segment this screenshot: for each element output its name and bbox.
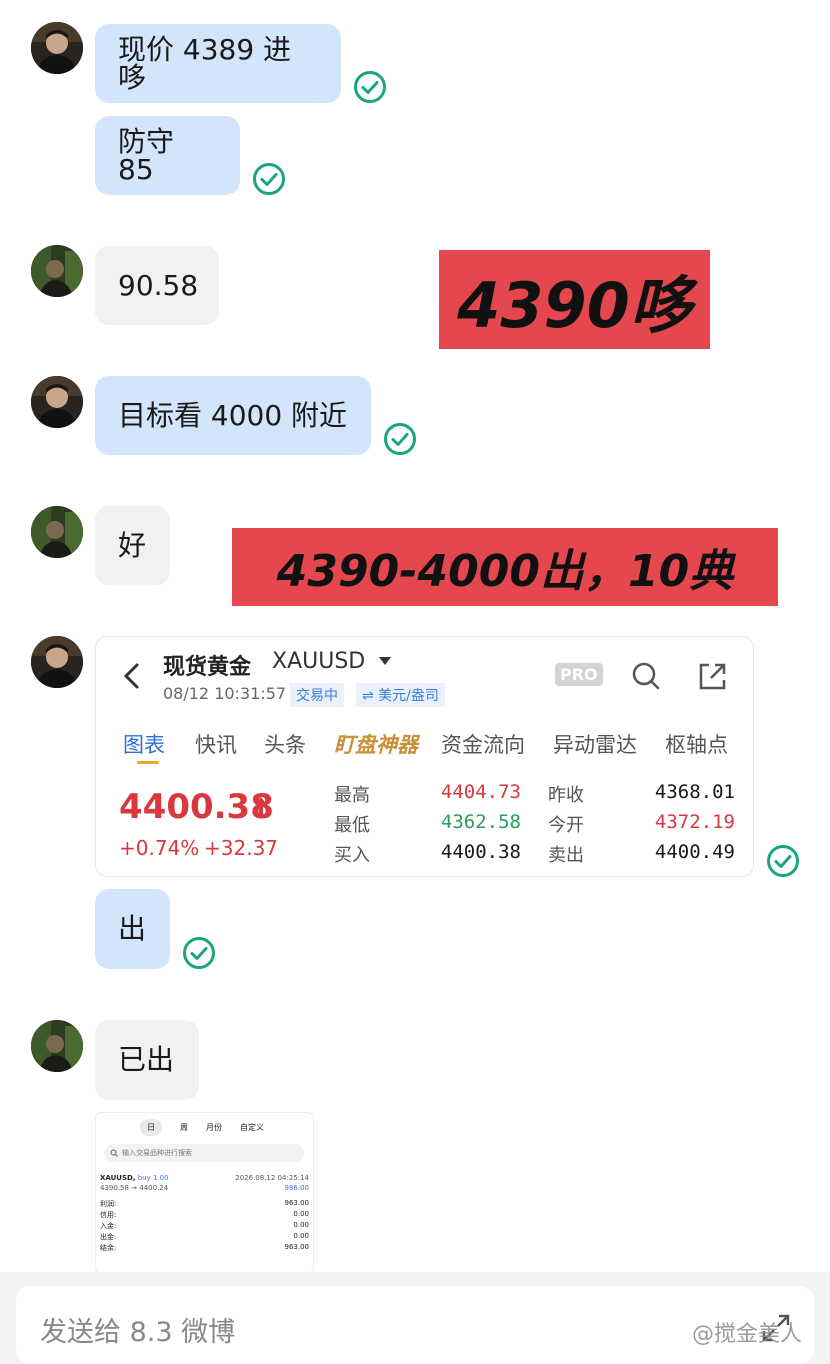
change-absolute: +32.37 [204,836,279,860]
buy-value: 4400.38 [440,841,521,863]
sell-value: 4400.49 [654,841,735,863]
mini-row-value: 963.00 [284,1199,310,1207]
low-label: 最低 [334,815,370,836]
mini-symbol: XAUUSD, [100,1174,136,1182]
buy-label: 买入 [334,845,370,866]
annotation-banner: 4390哆 [439,250,710,349]
read-check-icon [252,162,286,196]
active-tab-indicator [137,761,159,764]
mini-prices: 4390.58 → 4400.24 [100,1184,169,1192]
change-percent: +0.74% [119,836,200,860]
search-icon [110,1149,118,1157]
trade-screenshot-image[interactable]: 日 周 月份 自定义 输入交易品种进行搜索 XAUUSD, buy 1.00 2… [95,1112,314,1274]
mini-search-field: 输入交易品种进行搜索 [104,1144,304,1162]
tab-chart[interactable]: 图表 [123,729,165,759]
tab-pivot-points[interactable]: 枢轴点 [665,729,728,759]
message-input-placeholder: 发送给 8.3 微博 [40,1317,236,1348]
mini-tab-month: 月份 [206,1122,222,1132]
avatar-image [31,22,83,74]
open-label: 今开 [548,815,584,836]
quote-timestamp: 08/12 10:31:57 [163,684,287,703]
share-icon[interactable] [697,661,727,691]
avatar[interactable] [31,506,83,558]
avatar-image [31,636,83,688]
avatar-image [31,506,83,558]
tab-headlines[interactable]: 头条 [264,729,306,759]
annotation-banner: 4390-4000出，10典 [232,528,778,606]
current-price: 4400.38 [119,787,274,827]
open-value: 4372.19 [654,811,735,833]
mini-search-placeholder: 输入交易品种进行搜索 [122,1149,192,1157]
tab-news-flash[interactable]: 快讯 [195,729,237,759]
weibo-watermark: @搅金美人 [692,1322,803,1347]
mini-tab-week: 周 [180,1122,188,1132]
avatar-image [31,1020,83,1072]
unit-badge: ⇌ 美元/盎司 [356,683,445,707]
mini-datetime: 2026.08.12 04:25:14 [235,1174,309,1182]
avatar[interactable] [31,376,83,428]
tab-watch-tool[interactable]: 盯盘神器 [334,729,418,759]
sell-label: 卖出 [548,845,584,866]
avatar-image [31,376,83,428]
mini-profit: 986.00 [284,1184,310,1192]
avatar[interactable] [31,22,83,74]
mini-row-label: 入金: [100,1222,117,1230]
message-text: 好 [118,528,147,562]
instrument-symbol: XAUUSD [272,649,366,674]
message-text: 已出 [118,1043,175,1076]
tab-movement-radar[interactable]: 异动雷达 [553,729,637,759]
annotation-text: 4390哆 [457,268,692,342]
read-check-icon [353,70,387,104]
instrument-title: 现货黄金 [163,655,252,680]
message-text: 目标看 4000 附近 [118,398,348,432]
mini-row-label: 利润: [100,1200,117,1208]
message-bubble[interactable]: 好 [95,506,170,585]
tab-capital-flow[interactable]: 资金流向 [441,729,525,759]
mini-tab-custom: 自定义 [240,1122,264,1132]
mini-row-value: 0.00 [293,1232,309,1240]
avatar-image [31,245,83,297]
message-bubble[interactable]: 现价 4389 进哆 [95,24,341,103]
quote-card-image[interactable]: 现货黄金 XAUUSD 08/12 10:31:57 交易中 ⇌ 美元/盎司 P… [95,636,754,877]
trading-status-badge: 交易中 [290,683,344,707]
read-check-icon [383,422,417,456]
message-text: 现价 4389 进哆 [118,32,292,94]
avatar[interactable] [31,245,83,297]
annotation-text: 4390-4000出，10典 [276,546,734,597]
composer-bar: 发送给 8.3 微博 @搅金美人 [0,1272,830,1364]
mini-side: buy 1.00 [137,1174,169,1182]
dropdown-caret-icon[interactable] [378,655,392,667]
message-bubble[interactable]: 防守 85 [95,116,240,195]
pro-badge[interactable]: PRO [555,663,603,686]
mini-tab-bar: 日 周 月份 自定义 [140,1117,290,1137]
high-value: 4404.73 [440,781,521,803]
up-arrow-icon [255,797,267,815]
message-bubble[interactable]: 出 [95,889,170,969]
mini-row-label: 出金: [100,1233,117,1241]
avatar[interactable] [31,1020,83,1072]
read-check-icon [766,844,800,878]
back-arrow-icon[interactable] [120,661,144,691]
low-value: 4362.58 [440,811,521,833]
search-icon[interactable] [631,661,661,691]
message-text: 出 [118,912,147,945]
avatar[interactable] [31,636,83,688]
mini-row-value: 963.00 [284,1243,310,1251]
read-check-icon [182,936,216,970]
message-bubble[interactable]: 90.58 [95,246,219,325]
message-text: 防守 85 [118,124,175,186]
mini-row-value: 0.00 [293,1210,309,1218]
prev-close-label: 昨收 [548,785,584,806]
message-bubble[interactable]: 目标看 4000 附近 [95,376,371,455]
mini-row-label: 信用: [100,1211,117,1219]
message-text: 90.58 [118,268,199,302]
mini-row-value: 0.00 [293,1221,309,1229]
high-label: 最高 [334,785,370,806]
message-bubble[interactable]: 已出 [95,1020,199,1100]
prev-close-value: 4368.01 [654,781,735,803]
mini-tab-day: 日 [140,1118,162,1136]
mini-row-label: 结余: [100,1244,117,1252]
